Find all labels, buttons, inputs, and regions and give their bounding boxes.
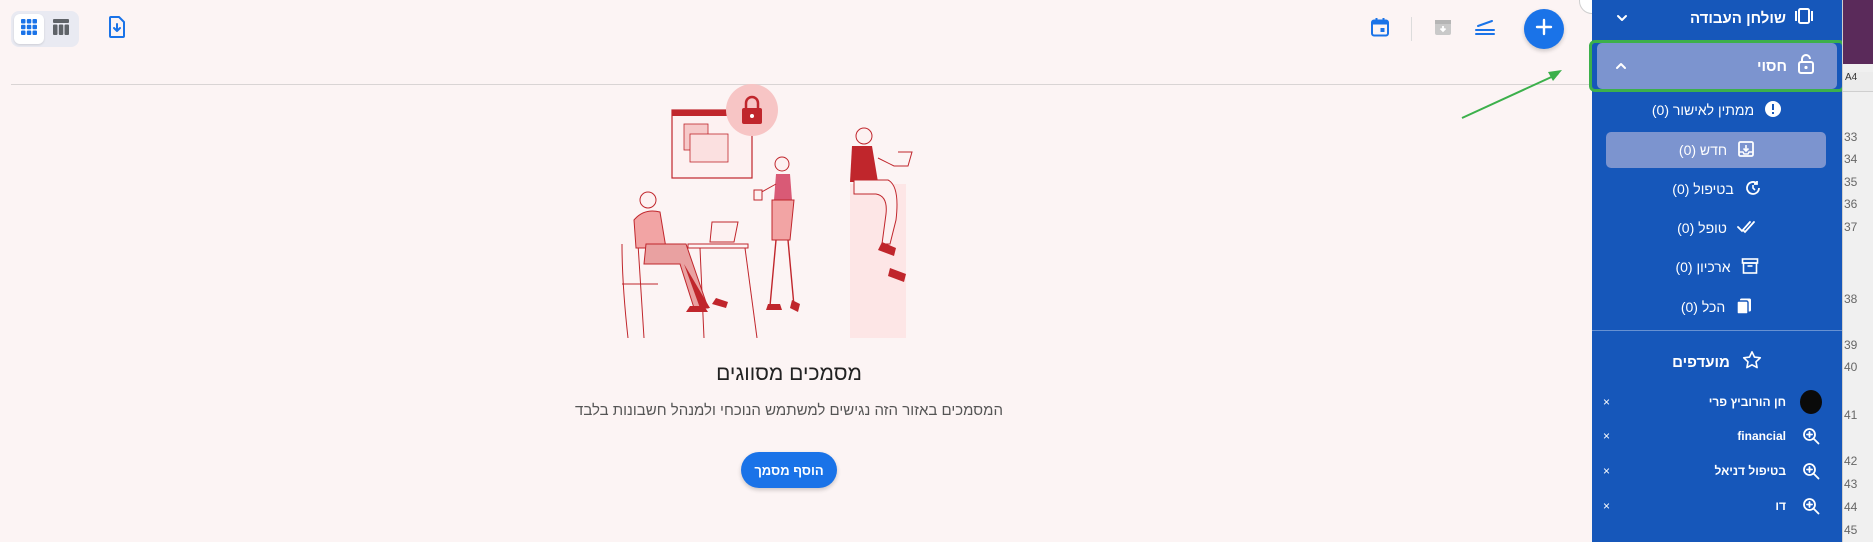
- sidebar-item-archive[interactable]: ארכיון (0): [1592, 249, 1842, 285]
- archive-button[interactable]: [1422, 9, 1464, 49]
- sidebar-item-label: ממתין לאישור (0): [1651, 102, 1755, 118]
- avatar: [1800, 390, 1822, 414]
- chevron-down-icon[interactable]: [1614, 10, 1630, 26]
- row-number: 35: [1844, 175, 1858, 189]
- empty-state-illustration: [621, 84, 913, 338]
- sidebar-item-label: חדש (0): [1678, 142, 1728, 158]
- row-number: 44: [1844, 500, 1858, 514]
- sidebar-item-done[interactable]: טופל (0): [1592, 210, 1842, 246]
- table-view-button[interactable]: [46, 14, 76, 44]
- calendar-button[interactable]: [1359, 9, 1401, 49]
- workspace-label: שולחן העבודה: [1689, 9, 1786, 27]
- background-window-strip: A4 33 34 35 36 37 38 39 40 41 42 43 44 4…: [1842, 0, 1873, 542]
- sidebar-item-label: ארכיון (0): [1675, 259, 1731, 275]
- inbox-icon: [1737, 140, 1755, 161]
- favorites-label: מועדפים: [1672, 353, 1730, 371]
- search-plus-icon: [1800, 460, 1822, 482]
- add-button[interactable]: [1524, 9, 1564, 49]
- favorite-item[interactable]: financial ×: [1592, 420, 1842, 452]
- sidebar-item-label: הכל (0): [1680, 299, 1726, 315]
- view-toolbar: [11, 10, 137, 48]
- row-number: 37: [1844, 220, 1858, 234]
- favorite-item[interactable]: בטיפול דניאל ×: [1592, 455, 1842, 487]
- double-check-icon: [1736, 219, 1757, 238]
- annotation-arrow-icon: [1461, 70, 1562, 119]
- workspace-icon: [1794, 8, 1814, 28]
- sidebar-item-label: בטיפול (0): [1672, 181, 1734, 197]
- clock-rotate-icon: [1744, 179, 1762, 200]
- chevron-up-icon[interactable]: [1613, 58, 1629, 74]
- download-button[interactable]: [97, 10, 137, 48]
- background-titlebar: [1843, 0, 1873, 64]
- table-icon: [52, 18, 70, 41]
- favorite-label: בטיפול דניאל: [1714, 464, 1786, 478]
- favorite-label: חן הורוביץ פרי: [1708, 395, 1786, 409]
- favorite-item[interactable]: חן הורוביץ פרי ×: [1592, 386, 1842, 418]
- remove-favorite-button[interactable]: ×: [1603, 395, 1610, 409]
- action-toolbar: [1359, 9, 1564, 49]
- star-icon: [1742, 350, 1762, 374]
- grid-icon: [20, 18, 38, 41]
- sidebar-item-secure[interactable]: חסוי: [1597, 43, 1837, 89]
- sidebar-item-new[interactable]: חדש (0): [1592, 132, 1842, 168]
- row-number: 33: [1844, 130, 1858, 144]
- scanner-button[interactable]: [1464, 9, 1506, 49]
- empty-state-title: מסמכים מסווגים: [716, 362, 862, 385]
- favorite-label: financial: [1737, 429, 1786, 443]
- search-plus-icon: [1800, 425, 1822, 447]
- row-number: 43: [1844, 477, 1858, 491]
- row-number: 41: [1844, 408, 1858, 422]
- sidebar-workspace-header[interactable]: שולחן העבודה: [1592, 0, 1842, 36]
- plus-icon: [1535, 18, 1553, 41]
- secure-label: חסוי: [1756, 57, 1787, 75]
- sidebar-divider: [1592, 330, 1842, 331]
- main-content: מסמכים מסווגים המסמכים באזור הזה נגישים …: [0, 0, 1592, 542]
- sidebar-item-in-progress[interactable]: בטיפול (0): [1592, 171, 1842, 207]
- toolbar-separator: [1411, 17, 1412, 41]
- search-plus-icon: [1800, 495, 1822, 517]
- remove-favorite-button[interactable]: ×: [1603, 499, 1610, 513]
- row-number: 36: [1844, 197, 1858, 211]
- row-number: 39: [1844, 338, 1858, 352]
- archive-icon: [1433, 17, 1453, 42]
- copy-icon: [1735, 297, 1753, 318]
- sidebar-item-pending[interactable]: ממתין לאישור (0): [1592, 92, 1842, 128]
- row-number: 40: [1844, 360, 1858, 374]
- file-download-icon: [107, 15, 127, 43]
- row-number: 38: [1844, 292, 1858, 306]
- calendar-icon: [1370, 17, 1390, 42]
- view-toggle: [11, 11, 79, 47]
- sidebar-item-label: טופל (0): [1677, 220, 1727, 236]
- add-document-button[interactable]: הוסף מסמך: [741, 452, 837, 488]
- favorites-header: מועדפים: [1592, 344, 1842, 380]
- scanner-icon: [1474, 17, 1496, 42]
- archive-box-icon: [1741, 257, 1759, 278]
- row-number: 34: [1844, 152, 1858, 166]
- favorite-label: דו: [1775, 499, 1786, 513]
- favorite-item[interactable]: דו ×: [1592, 490, 1842, 522]
- empty-state-subtitle: המסמכים באזור הזה נגישים למשתמש הנוכחי ו…: [575, 402, 1003, 419]
- remove-favorite-button[interactable]: ×: [1603, 464, 1610, 478]
- row-number: 45: [1844, 523, 1858, 537]
- background-tab: A4: [1843, 72, 1873, 92]
- grid-view-button[interactable]: [14, 14, 44, 44]
- alert-circle-icon: [1764, 100, 1782, 121]
- lock-icon: [1797, 54, 1815, 78]
- row-number: 42: [1844, 454, 1858, 468]
- remove-favorite-button[interactable]: ×: [1603, 429, 1610, 443]
- sidebar: שולחן העבודה חסוי ממתין לאישור (0) חדש (: [1589, 0, 1845, 542]
- sidebar-item-all[interactable]: הכל (0): [1592, 289, 1842, 325]
